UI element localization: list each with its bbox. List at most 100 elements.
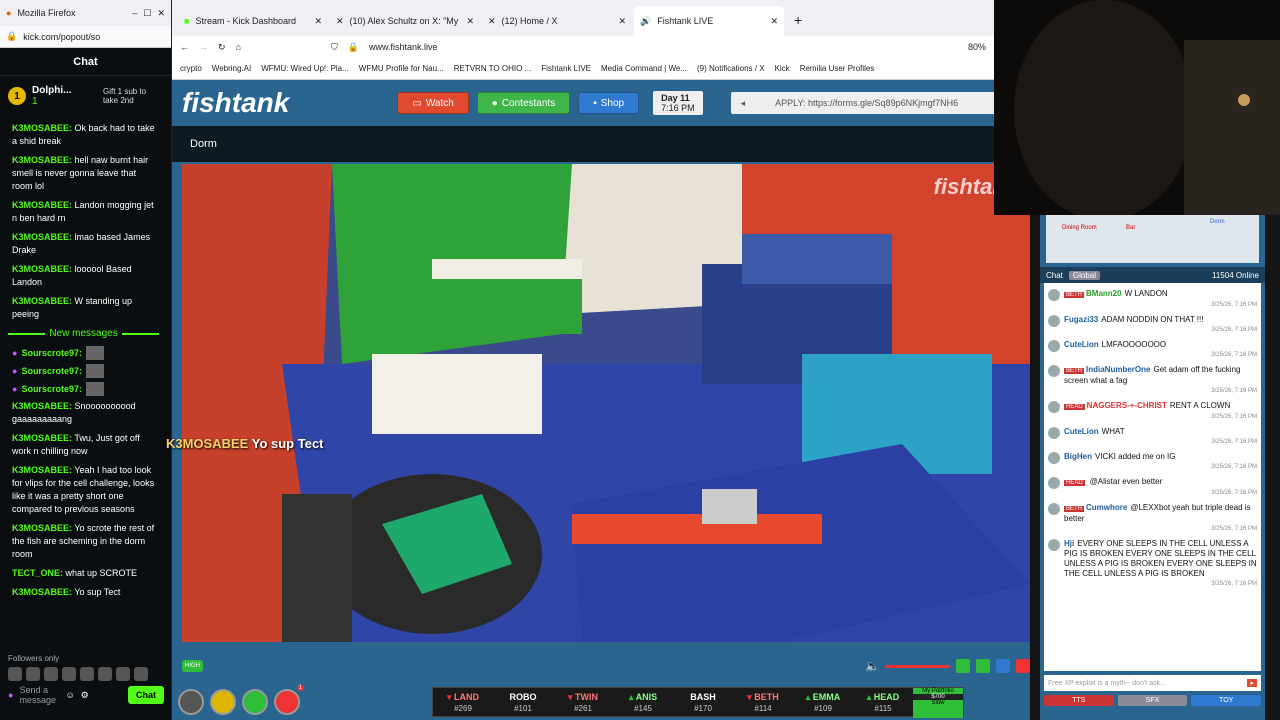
alert-icon[interactable]: 1 bbox=[274, 685, 304, 715]
quality-badge[interactable]: HIGH bbox=[182, 660, 203, 672]
sfx-button[interactable]: SFX bbox=[1117, 695, 1188, 706]
online-count: 11504 Online bbox=[1212, 270, 1259, 280]
close-tab-icon: ✕ bbox=[466, 15, 474, 26]
send-message-input[interactable]: Send a message bbox=[19, 685, 59, 705]
cast-icon[interactable] bbox=[976, 659, 990, 673]
emote-image bbox=[85, 364, 104, 378]
chat-title: Chat bbox=[0, 48, 171, 76]
contestant-card[interactable]: ▴ HEAD #115 bbox=[853, 688, 913, 716]
pinned-count: 1 bbox=[32, 96, 38, 107]
chat-message: ● Sourscrote97: bbox=[12, 346, 159, 360]
bookmark-item[interactable]: Fishtank LIVE bbox=[541, 64, 591, 73]
emote-row[interactable] bbox=[8, 667, 164, 681]
contestant-card[interactable]: ▴ ANIS #145 bbox=[613, 688, 673, 716]
chat-message: K3MOSABEE: Snoooooooood gaaaaaaaaang bbox=[12, 401, 136, 424]
leaderboard-pinned[interactable]: 1 Dolphi... 1 Gift 1 sub to take 2nd bbox=[0, 76, 171, 116]
camera-video-feed[interactable]: fishtank bbox=[182, 164, 1030, 642]
tab-kick-dashboard[interactable]: ■ Stream - Kick Dashboard ✕ bbox=[178, 6, 328, 36]
maximize-icon[interactable]: ☐ bbox=[143, 8, 151, 19]
minimize-icon[interactable]: – bbox=[132, 8, 137, 18]
tab-x-home[interactable]: ✕ (12) Home / X ✕ bbox=[482, 6, 632, 36]
close-tab-icon: ✕ bbox=[770, 15, 778, 26]
video-controls: HIGH 🔈 bbox=[182, 654, 1030, 678]
tab-x-post[interactable]: ✕(10) Alex Schultz on X: "My Nev✕ bbox=[330, 6, 480, 36]
chat-message: K3MOSABEE: hell naw burnt hair smell is … bbox=[12, 155, 149, 191]
bookmark-item[interactable]: (9) Notifications / X bbox=[697, 64, 765, 73]
gift-sub-text[interactable]: Gift 1 sub to take 2nd bbox=[103, 87, 163, 105]
settings-icon[interactable] bbox=[178, 689, 204, 715]
chat-message: CuteLion WHAT 3/25/26, 7:16 PM bbox=[1048, 427, 1257, 447]
chat-message: Fugazi33 ADAM NODDIN ON THAT !!! 3/25/26, … bbox=[1048, 315, 1257, 335]
lock-icon: 🔒 bbox=[347, 41, 359, 52]
chat-message: K3MOSABEE: Yo scrote the rest of the fis… bbox=[12, 523, 155, 559]
tts-button[interactable]: TTS bbox=[1044, 695, 1114, 706]
chat-footer: Followers only ● Send a message ☺ ⚙ Chat bbox=[0, 650, 172, 720]
forward-icon[interactable]: → bbox=[199, 42, 208, 52]
chat-toggle-icon[interactable] bbox=[956, 659, 970, 673]
apply-banner[interactable]: ◂ APPLY: https://forms.gle/Sq89p6NKjmgf7N… bbox=[730, 92, 1020, 114]
shield-icon[interactable]: ⛉ bbox=[331, 42, 338, 53]
bookmark-item[interactable]: WFMU Profile for Nau... bbox=[359, 64, 444, 73]
chat-message: K3MOSABEE: lmao based James Drake bbox=[12, 232, 151, 255]
emote-image bbox=[85, 346, 104, 360]
coin-icon[interactable] bbox=[210, 689, 236, 715]
global-tab[interactable]: Global bbox=[1068, 270, 1101, 280]
contestant-ranking-bar: ▾ LAND #269 ROBO #101 ▾ TWIN #261 ▴ ANIS #14… bbox=[432, 687, 964, 718]
zoom-level[interactable]: 80% bbox=[968, 42, 986, 52]
bookmark-item[interactable]: Kick bbox=[775, 64, 790, 73]
contestant-card[interactable]: ROBO #101 bbox=[493, 688, 553, 716]
firefox-icon: ● bbox=[6, 8, 12, 18]
mic-icon: ● bbox=[12, 347, 18, 358]
new-tab-icon[interactable]: + bbox=[786, 12, 802, 36]
streamer-webcam bbox=[994, 0, 1280, 220]
bookmark-item[interactable]: Remilia User Profiles bbox=[800, 64, 875, 73]
chat-message: ● Sourscrote97: bbox=[12, 382, 159, 396]
reload-icon[interactable]: ↻ bbox=[218, 42, 226, 53]
shop-button[interactable]: ▪ Shop bbox=[578, 92, 640, 114]
bookmark-item[interactable]: crypto bbox=[180, 64, 202, 73]
bookmark-item[interactable]: WFMU: Wired Up!: Pla... bbox=[261, 64, 349, 73]
toy-button[interactable]: TOY bbox=[1191, 695, 1262, 706]
rank-badge: 1 bbox=[8, 87, 26, 105]
followers-only-label: Followers only bbox=[8, 654, 60, 663]
popout-url-bar[interactable]: 🔒 kick.com/popout/so bbox=[0, 26, 171, 48]
settings-icon[interactable]: ⚙ bbox=[81, 690, 89, 701]
mic-icon: ● bbox=[12, 383, 18, 394]
close-icon[interactable]: ✕ bbox=[157, 8, 165, 19]
tab-fishtank[interactable]: 🔊 Fishtank LIVE ✕ bbox=[634, 6, 784, 36]
chat-message: K3MOSABEE: loooool Based Landon bbox=[12, 264, 132, 287]
avatar bbox=[1048, 452, 1060, 464]
chat-action-tabs: TTS SFX TOY bbox=[1044, 695, 1262, 706]
contestant-card[interactable]: ▾ TWIN #261 bbox=[553, 688, 613, 716]
portfolio-widget[interactable]: My Portfolio $700 Slow bbox=[913, 688, 963, 718]
avatar bbox=[1048, 340, 1060, 352]
person-icon: ● bbox=[491, 97, 498, 109]
contestant-card[interactable]: ▾ BETH #114 bbox=[733, 688, 793, 716]
chat-input[interactable]: Free XP exploit is a myth-- don't ask...… bbox=[1044, 675, 1261, 691]
send-icon[interactable]: ▸ bbox=[1247, 679, 1257, 687]
contestant-card[interactable]: ▴ EMMA #109 bbox=[793, 688, 853, 716]
volume-slider[interactable] bbox=[886, 664, 950, 668]
volume-icon[interactable]: 🔈 bbox=[865, 659, 880, 673]
emote-image bbox=[85, 382, 104, 396]
back-icon[interactable]: ← bbox=[180, 42, 189, 52]
chat-message: TECT_ONE: what up SCROTE bbox=[12, 568, 138, 578]
record-icon[interactable] bbox=[1016, 659, 1030, 673]
home-icon[interactable]: ⌂ bbox=[236, 42, 241, 52]
mic-icon[interactable]: ● bbox=[8, 690, 13, 700]
contestant-card[interactable]: ▾ LAND #269 bbox=[433, 688, 493, 716]
bookmark-item[interactable]: Media Command | We... bbox=[601, 64, 687, 73]
emoji-icon[interactable]: ☺ bbox=[65, 690, 74, 700]
house-map[interactable]: Dining Room Bar Dorm bbox=[1046, 215, 1259, 263]
contestants-button[interactable]: ● Contestants bbox=[476, 92, 571, 114]
contestant-card[interactable]: BASH #170 bbox=[673, 688, 733, 716]
fullscreen-icon[interactable] bbox=[996, 659, 1010, 673]
watch-button[interactable]: ▭ Watch bbox=[397, 92, 469, 114]
chat-send-button[interactable]: Chat bbox=[128, 686, 164, 704]
address-bar[interactable]: www.fishtank.live bbox=[369, 42, 958, 52]
bookmark-item[interactable]: Webring.AI bbox=[212, 64, 251, 73]
bookmark-item[interactable]: RETVRN TO OHIO ... bbox=[454, 64, 532, 73]
chat-message: K3MOSABEE: Twu, Just got off work n chil… bbox=[12, 433, 140, 456]
item-icon[interactable] bbox=[242, 689, 268, 715]
fishtank-logo[interactable]: fishtank bbox=[182, 87, 289, 119]
